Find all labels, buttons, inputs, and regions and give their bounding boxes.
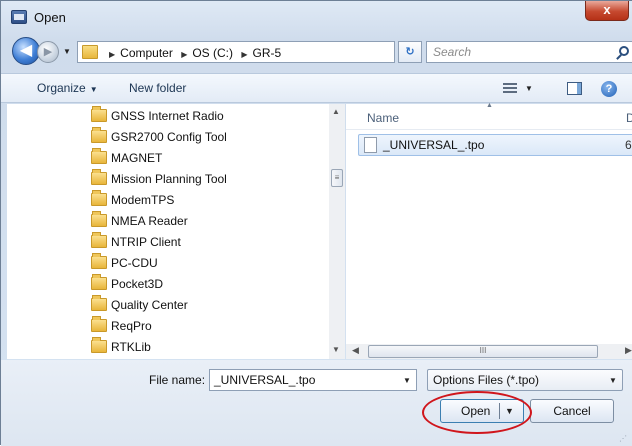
file-list-pane[interactable]: ▲ Name D _UNIVERSAL_.tpo 6 ◀ III ▶ xyxy=(346,102,632,359)
column-header-date[interactable]: D xyxy=(626,111,632,125)
tree-item-gnss-internet-radio[interactable]: GNSS Internet Radio xyxy=(91,106,321,126)
title-bar[interactable]: Open x xyxy=(1,1,632,35)
sort-ascending-icon: ▲ xyxy=(486,102,493,109)
dialog-app-icon xyxy=(11,10,27,24)
forward-button[interactable]: ▶ xyxy=(37,41,59,63)
tree-item-label: ModemTPS xyxy=(111,193,175,207)
file-type-select[interactable]: Options Files (*.tpo) ▼ xyxy=(427,369,623,391)
file-name: _UNIVERSAL_.tpo xyxy=(383,138,485,152)
tree-item-label: Pocket3D xyxy=(111,277,164,291)
tree-item-label: NMEA Reader xyxy=(111,214,188,228)
breadcrumb-separator-icon: ▶ xyxy=(109,50,116,59)
folder-icon xyxy=(82,45,98,59)
change-view-icon[interactable] xyxy=(503,83,517,94)
tree-item-gsr2700-config-tool[interactable]: GSR2700 Config Tool xyxy=(91,127,321,147)
tree-item-label: GSR2700 Config Tool xyxy=(111,130,227,144)
folder-icon xyxy=(91,169,107,185)
breadcrumb: ▶ Computer ▶ OS (C:) ▶ GR-5 xyxy=(104,46,281,60)
folder-icon xyxy=(91,253,107,269)
back-button[interactable]: ◀ xyxy=(12,37,40,65)
organize-label: Organize xyxy=(37,81,86,95)
tree-item-modemtps[interactable]: ModemTPS xyxy=(91,190,321,210)
column-header-name[interactable]: Name xyxy=(367,111,399,125)
scroll-up-arrow-icon[interactable]: ▲ xyxy=(332,107,340,116)
breadcrumb-separator-icon: ▶ xyxy=(181,50,188,59)
file-name-label: File name: xyxy=(149,373,206,387)
tree-item-label: RTKLib xyxy=(111,340,151,354)
search-placeholder: Search xyxy=(433,45,472,59)
file-name-chevron-down-icon[interactable]: ▼ xyxy=(403,376,411,385)
folder-icon xyxy=(91,148,107,164)
file-name-value: _UNIVERSAL_.tpo xyxy=(214,373,316,387)
dialog-title: Open xyxy=(34,10,66,25)
file-row[interactable]: _UNIVERSAL_.tpo 6 xyxy=(358,134,632,156)
folder-icon xyxy=(91,190,107,206)
tree-item-pc-cdu[interactable]: PC-CDU xyxy=(91,253,321,273)
scroll-left-arrow-icon[interactable]: ◀ xyxy=(352,345,359,356)
command-toolbar: Organize ▼ New folder ▼ ? xyxy=(1,73,632,103)
tree-item-reqpro[interactable]: ReqPro xyxy=(91,316,321,336)
breadcrumb-separator-icon: ▶ xyxy=(241,50,248,59)
folder-icon xyxy=(91,337,107,353)
tree-item-label: ReqPro xyxy=(111,319,152,333)
breadcrumb-gr-5[interactable]: GR-5 xyxy=(253,46,282,60)
tree-item-quality-center[interactable]: Quality Center xyxy=(91,295,321,315)
resize-grip-icon[interactable]: ⋰ xyxy=(619,434,627,443)
tree-item-label: Mission Planning Tool xyxy=(111,172,227,186)
refresh-button[interactable]: ↻ xyxy=(398,41,422,63)
cancel-button[interactable]: Cancel xyxy=(530,399,614,423)
tree-item-magnet[interactable]: MAGNET xyxy=(91,148,321,168)
tree-item-ntrip-client[interactable]: NTRIP Client xyxy=(91,232,321,252)
search-icon[interactable] xyxy=(619,46,629,56)
tree-item-nmea-reader[interactable]: NMEA Reader xyxy=(91,211,321,231)
tree-item-label: NTRIP Client xyxy=(111,235,181,249)
breadcrumb-computer[interactable]: Computer xyxy=(120,46,173,60)
help-icon[interactable]: ? xyxy=(601,81,617,97)
new-folder-button[interactable]: New folder xyxy=(129,81,186,95)
preview-pane-icon[interactable] xyxy=(567,82,582,95)
folder-icon xyxy=(91,232,107,248)
file-type-chevron-down-icon: ▼ xyxy=(609,376,617,385)
dialog-footer: File name: _UNIVERSAL_.tpo ▼ Options Fil… xyxy=(1,360,632,446)
folder-icon xyxy=(91,295,107,311)
file-horizontal-scrollbar[interactable]: ◀ III ▶ xyxy=(346,344,632,359)
folder-icon xyxy=(91,106,107,122)
tree-item-label: GNSS Internet Radio xyxy=(111,109,224,123)
scroll-thumb[interactable]: III xyxy=(368,345,598,358)
scroll-right-arrow-icon[interactable]: ▶ xyxy=(625,345,632,356)
file-date: 6 xyxy=(625,138,632,152)
folder-icon xyxy=(91,211,107,227)
folder-icon xyxy=(91,274,107,290)
navigation-pane[interactable]: GNSS Internet Radio GSR2700 Config Tool … xyxy=(7,104,345,359)
open-dialog: Open x ◀ ▶ ▼ ▶Computer ▶OS (C:) ▶GR-5 ▼ … xyxy=(0,0,632,446)
scroll-down-arrow-icon[interactable]: ▼ xyxy=(332,345,340,354)
search-input[interactable]: Search xyxy=(426,41,632,63)
column-header-row: ▲ Name D xyxy=(346,102,632,130)
tree-item-rtklib[interactable]: RTKLib xyxy=(91,337,321,357)
views-chevron-down-icon[interactable]: ▼ xyxy=(525,84,533,93)
folder-icon xyxy=(91,316,107,332)
scroll-thumb[interactable]: ≡ xyxy=(331,169,343,187)
address-row: ◀ ▶ ▼ ▶Computer ▶OS (C:) ▶GR-5 ▼ ↻ Searc… xyxy=(1,35,632,67)
cancel-button-label: Cancel xyxy=(553,404,591,418)
open-button-highlight-annotation xyxy=(422,391,532,434)
recent-locations-chevron-icon[interactable]: ▼ xyxy=(63,47,71,56)
file-icon xyxy=(364,137,377,153)
navigation-vertical-scrollbar[interactable]: ▲ ≡ ▼ xyxy=(329,104,345,359)
tree-item-label: Quality Center xyxy=(111,298,188,312)
organize-button[interactable]: Organize ▼ xyxy=(37,81,98,95)
tree-item-label: PC-CDU xyxy=(111,256,158,270)
tree-item-mission-planning-tool[interactable]: Mission Planning Tool xyxy=(91,169,321,189)
folder-icon xyxy=(91,127,107,143)
file-type-value: Options Files (*.tpo) xyxy=(433,373,540,387)
file-name-field[interactable]: _UNIVERSAL_.tpo ▼ xyxy=(209,369,417,391)
chevron-down-icon: ▼ xyxy=(89,85,98,94)
tree-item-pocket3d[interactable]: Pocket3D xyxy=(91,274,321,294)
close-button[interactable]: x xyxy=(585,1,629,21)
tree-item-label: MAGNET xyxy=(111,151,163,165)
address-bar[interactable]: ▶Computer ▶OS (C:) ▶GR-5 ▼ xyxy=(77,41,463,63)
breadcrumb-os-c[interactable]: OS (C:) xyxy=(192,46,233,60)
